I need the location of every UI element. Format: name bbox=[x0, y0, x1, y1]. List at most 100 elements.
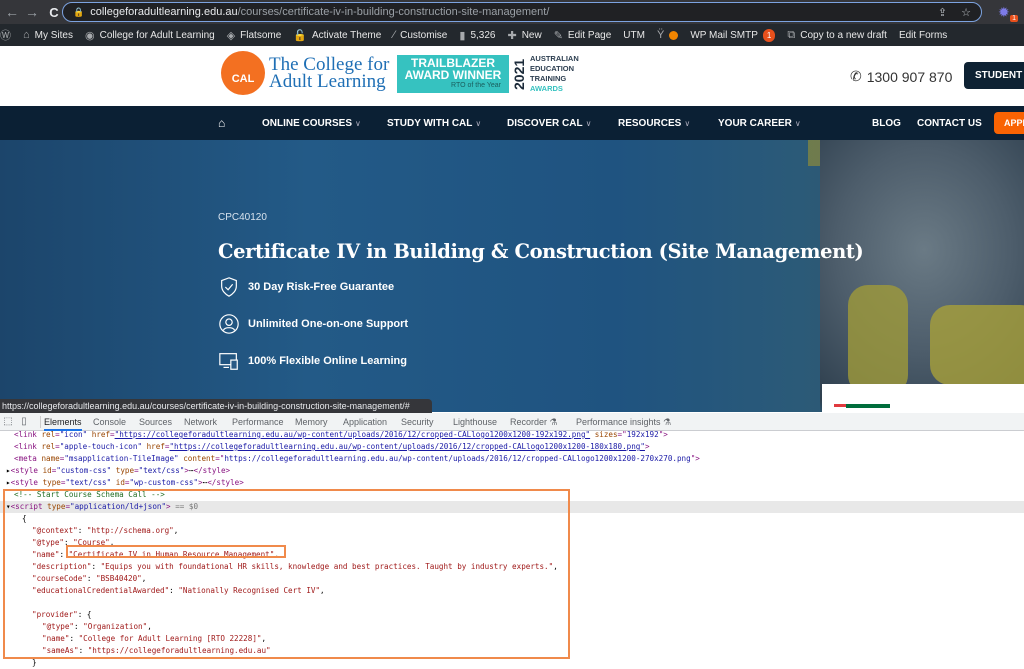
extension-badge: 1 bbox=[1010, 15, 1018, 22]
divider bbox=[40, 415, 41, 428]
hero-image-earmuff bbox=[848, 285, 908, 395]
owl-logo-icon: CAL bbox=[221, 51, 265, 95]
apply-button[interactable]: APPLY bbox=[994, 112, 1024, 134]
course-code: CPC40120 bbox=[218, 212, 267, 223]
logo-badge-text: CAL bbox=[231, 73, 255, 85]
site-logo[interactable]: CAL The College for Adult Learning bbox=[221, 51, 389, 95]
dom-line: "@type": "Course", bbox=[32, 538, 115, 547]
yoast-icon: Ÿ bbox=[656, 29, 665, 41]
shield-check-icon bbox=[221, 277, 237, 297]
dom-line-selected[interactable]: ▾<script type="application/ld+json"> == … bbox=[0, 501, 1024, 513]
nav-label: DISCOVER CAL bbox=[507, 117, 583, 129]
nav-label: YOUR CAREER bbox=[718, 117, 792, 129]
dom-line: "courseCode": "BSB40420", bbox=[32, 574, 147, 583]
accreditation-card bbox=[822, 384, 1024, 412]
dom-line: "provider": { bbox=[32, 610, 92, 619]
wp-edit-page[interactable]: ✎ Edit Page bbox=[554, 29, 612, 42]
dom-line: "description": "Equips you with foundati… bbox=[32, 562, 558, 571]
plus-icon: ✚ bbox=[507, 29, 517, 42]
feature-flexible: 100% Flexible Online Learning bbox=[218, 350, 407, 372]
wp-item-label: My Sites bbox=[34, 29, 73, 41]
inspect-element-icon[interactable]: ⬚ bbox=[0, 416, 16, 427]
tab-label: Performance insights bbox=[576, 417, 661, 427]
share-icon[interactable]: ⇪ bbox=[938, 6, 947, 19]
phone-icon: ✆ bbox=[850, 68, 862, 84]
aeta-line: TRAINING bbox=[530, 74, 567, 83]
chevron-down-icon: ∨ bbox=[355, 118, 361, 128]
wp-site-name[interactable]: ◉ College for Adult Learning bbox=[85, 29, 215, 42]
pencil-icon: ✎ bbox=[553, 29, 563, 42]
dom-line: "name": "Certificate IV in Human Resourc… bbox=[32, 550, 279, 559]
wp-item-label: College for Adult Learning bbox=[99, 29, 215, 41]
nav-label: STUDY WITH CAL bbox=[387, 117, 473, 129]
address-bar[interactable]: 🔒 collegeforadultlearning.edu.au/courses… bbox=[62, 2, 982, 22]
home-icon[interactable]: ⌂ bbox=[218, 116, 225, 130]
nav-your-career[interactable]: YOUR CAREER ∨ bbox=[718, 118, 801, 129]
wp-item-label: Flatsome bbox=[240, 29, 282, 41]
award-line-2: AWARD WINNER bbox=[404, 68, 502, 82]
dom-line[interactable]: <meta name="msapplication-TileImage" con… bbox=[0, 453, 1024, 465]
feature-label: 100% Flexible Online Learning bbox=[248, 355, 407, 367]
lock-icon: 🔒 bbox=[73, 6, 85, 17]
course-title: Certificate IV in Building & Constructio… bbox=[218, 240, 864, 263]
nav-blog[interactable]: BLOG bbox=[872, 118, 901, 129]
nav-label: RESOURCES bbox=[618, 117, 682, 129]
chevron-down-icon: ∨ bbox=[794, 118, 801, 128]
url-host: collegeforadultlearning.edu.au bbox=[90, 6, 238, 18]
dom-line[interactable]: <link rel="apple-touch-icon" href="https… bbox=[0, 441, 1024, 453]
wp-copy-draft[interactable]: ⧉ Copy to a new draft bbox=[787, 29, 887, 42]
nav-discover-cal[interactable]: DISCOVER CAL ∨ bbox=[507, 118, 591, 129]
wp-comments[interactable]: ▮ 5,326 bbox=[459, 29, 495, 42]
wp-edit-forms[interactable]: Edit Forms bbox=[899, 30, 947, 41]
award-banner: TRAILBLAZER AWARD WINNER RTO of the Year bbox=[397, 55, 509, 93]
student-login-button[interactable]: STUDENT bbox=[964, 62, 1024, 89]
award-subtitle: RTO of the Year bbox=[451, 82, 501, 89]
back-button[interactable]: ← bbox=[2, 4, 22, 20]
extension-button[interactable]: ✹ 1 bbox=[998, 4, 1018, 22]
wp-utm[interactable]: UTM bbox=[623, 30, 645, 41]
device-toolbar-icon[interactable]: ▯ bbox=[16, 416, 32, 427]
nav-contact-us[interactable]: CONTACT US bbox=[917, 118, 982, 129]
flask-icon: ⚗ bbox=[663, 417, 672, 427]
user-circle-icon bbox=[219, 314, 239, 334]
award-year: 2021 bbox=[511, 58, 527, 90]
reload-button[interactable]: C bbox=[44, 5, 64, 20]
wp-item-label: Edit Page bbox=[567, 29, 612, 41]
lock-icon: 🔓 bbox=[293, 29, 307, 42]
wp-yoast[interactable]: Ÿ bbox=[656, 29, 679, 41]
dom-line[interactable]: <link rel="icon" href="https://collegefo… bbox=[0, 429, 1024, 441]
dom-line[interactable]: ▸<style id="custom-css" type="text/css">… bbox=[0, 465, 1024, 477]
wp-new[interactable]: ✚ New bbox=[507, 29, 541, 42]
nav-online-courses[interactable]: ONLINE COURSES ∨ bbox=[262, 118, 361, 129]
seo-status-dot bbox=[669, 30, 679, 40]
wp-mail-smtp[interactable]: WP Mail SMTP 1 bbox=[690, 28, 776, 42]
wp-logo-item[interactable]: Ⓦ bbox=[0, 27, 11, 43]
main-navigation: ⌂ ONLINE COURSES ∨ STUDY WITH CAL ∨ DISCOV… bbox=[0, 106, 1024, 140]
aeta-line: EDUCATION bbox=[530, 64, 575, 73]
wp-activate-theme[interactable]: 🔓 Activate Theme bbox=[293, 29, 381, 42]
my-sites-icon: ⌂ bbox=[23, 29, 30, 41]
wp-my-sites[interactable]: ⌂ My Sites bbox=[23, 29, 73, 41]
dom-line: "sameAs": "https://collegeforadultlearni… bbox=[42, 646, 271, 655]
wp-item-label: Customise bbox=[400, 29, 448, 41]
dom-line: "@context": "http://schema.org", bbox=[32, 526, 179, 535]
nav-label: ONLINE COURSES bbox=[262, 117, 353, 129]
flatsome-icon: ◈ bbox=[226, 29, 236, 42]
bookmark-star-icon[interactable]: ☆ bbox=[961, 6, 971, 19]
nav-resources[interactable]: RESOURCES ∨ bbox=[618, 118, 690, 129]
wp-admin-bar: Ⓦ ⌂ My Sites ◉ College for Adult Learning … bbox=[0, 24, 1024, 46]
feature-label: 30 Day Risk-Free Guarantee bbox=[248, 281, 395, 293]
nav-study-with-cal[interactable]: STUDY WITH CAL ∨ bbox=[387, 118, 481, 129]
forward-button[interactable]: → bbox=[22, 4, 42, 20]
wp-customise[interactable]: ⁄ Customise bbox=[393, 29, 447, 41]
dom-line: } bbox=[32, 658, 37, 667]
chevron-down-icon: ∨ bbox=[585, 118, 592, 128]
nrt-logo-green-stripe bbox=[846, 404, 890, 408]
dom-comment[interactable]: <!-- Start Course Schema Call --> bbox=[0, 489, 1024, 501]
notification-badge: 1 bbox=[762, 28, 776, 42]
dom-line[interactable]: ▸<style type="text/css" id="wp-custom-cs… bbox=[0, 477, 1024, 489]
wp-flatsome[interactable]: ◈ Flatsome bbox=[227, 29, 282, 42]
devices-icon bbox=[219, 353, 238, 370]
gear-extension-icon: ✹ bbox=[998, 4, 1010, 20]
phone-link[interactable]: ✆ 1300 907 870 bbox=[850, 68, 952, 85]
